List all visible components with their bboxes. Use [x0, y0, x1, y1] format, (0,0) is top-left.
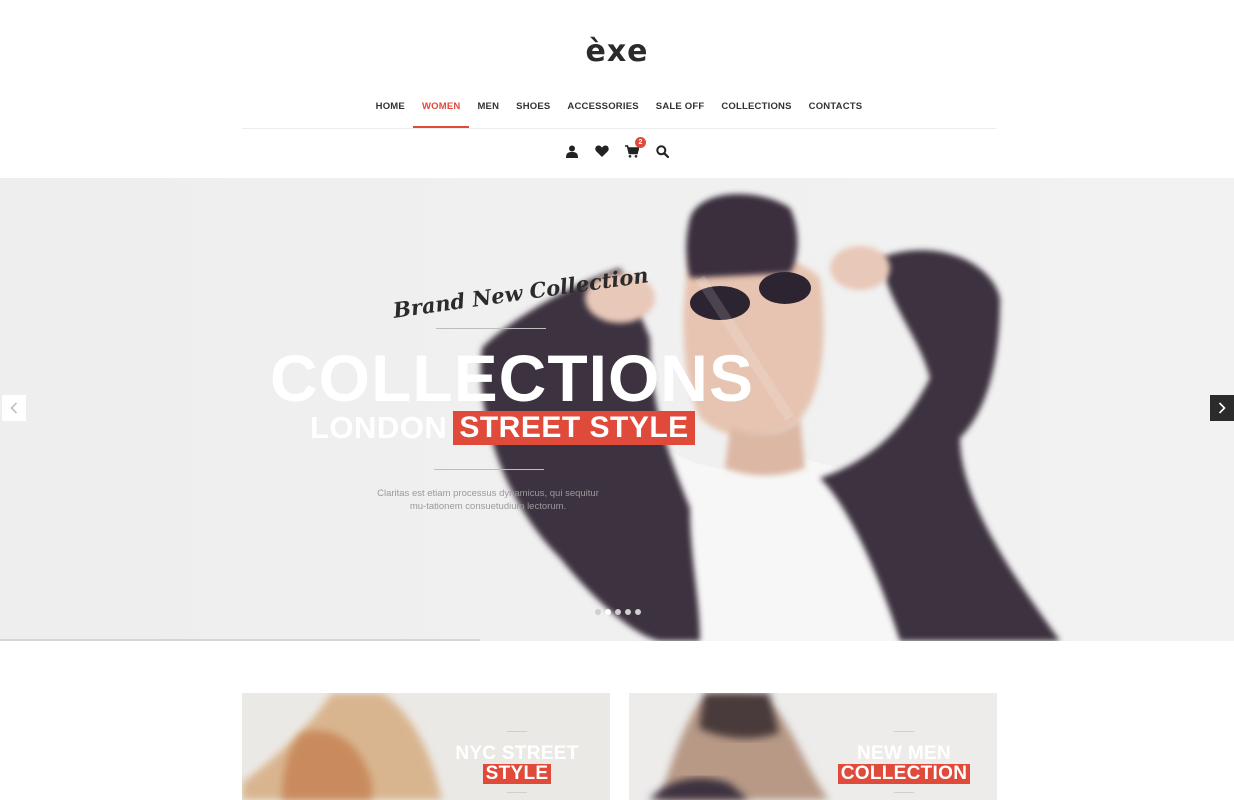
hero-subtitle-white: LONDON [310, 410, 448, 445]
hero-subtitle-highlight: STREET STYLE [453, 411, 695, 445]
hero-description: Claritas est etiam processus dynamicus, … [377, 488, 599, 512]
nav-item-shoes[interactable]: SHOES [516, 96, 550, 128]
slider-dot-2[interactable] [605, 609, 611, 615]
cart-icon[interactable]: 2 [624, 137, 646, 159]
chevron-right-icon [1218, 402, 1226, 414]
nav-item-home[interactable]: HOME [376, 96, 405, 128]
nav-item-accessories[interactable]: ACCESSORIES [567, 96, 638, 128]
slider-dot-5[interactable] [635, 609, 641, 615]
slider-next-button[interactable] [1210, 395, 1234, 421]
nav-item-men[interactable]: MEN [477, 96, 499, 128]
nav-item-sale-off[interactable]: SALE OFF [656, 96, 705, 128]
promo-divider-bottom [894, 792, 914, 793]
slider-dot-3[interactable] [615, 609, 621, 615]
header-icon-bar: 2 [0, 137, 1234, 159]
chevron-left-icon [10, 402, 18, 414]
promo-line-2: STYLE [482, 764, 552, 784]
hero-bottom-divider [434, 469, 544, 470]
promo-card-new-men-collection[interactable]: NEW MEN COLLECTION [629, 693, 997, 800]
promo-line-2: COLLECTION [837, 764, 971, 784]
slider-dot-1[interactable] [595, 609, 601, 615]
promo-text: NEW MEN COLLECTION [829, 731, 979, 793]
hero-subtitle: LONDON STREET STYLE [310, 410, 695, 446]
brand-logo[interactable]: èxe [0, 34, 1234, 69]
nav-item-contacts[interactable]: CONTACTS [809, 96, 863, 128]
slider-prev-button[interactable] [2, 395, 26, 421]
hero-title: COLLECTIONS [270, 341, 754, 415]
nav-item-women[interactable]: WOMEN [412, 96, 471, 128]
slider-dot-4[interactable] [625, 609, 631, 615]
promo-card-nyc-street-style[interactable]: NYC STREET STYLE [242, 693, 610, 800]
main-nav: HOME WOMEN MEN SHOES ACCESSORIES SALE OF… [242, 96, 996, 129]
heart-icon[interactable] [594, 143, 610, 159]
promo-divider-top [507, 731, 527, 732]
cart-count-badge: 2 [635, 137, 646, 148]
promo-divider-top [894, 731, 914, 732]
promo-text: NYC STREET STYLE [442, 731, 592, 793]
hero-top-divider [436, 328, 546, 329]
slider-progress-bar [0, 639, 480, 641]
user-icon[interactable] [564, 143, 580, 159]
nav-item-collections[interactable]: COLLECTIONS [721, 96, 791, 128]
promo-line-1: NYC STREET [455, 743, 579, 764]
hero-slider: Brand New Collection COLLECTIONS LONDON … [0, 178, 1234, 641]
promo-line-1: NEW MEN [857, 743, 951, 764]
promo-divider-bottom [507, 792, 527, 793]
search-icon[interactable] [654, 143, 670, 159]
slider-pagination [595, 609, 641, 615]
